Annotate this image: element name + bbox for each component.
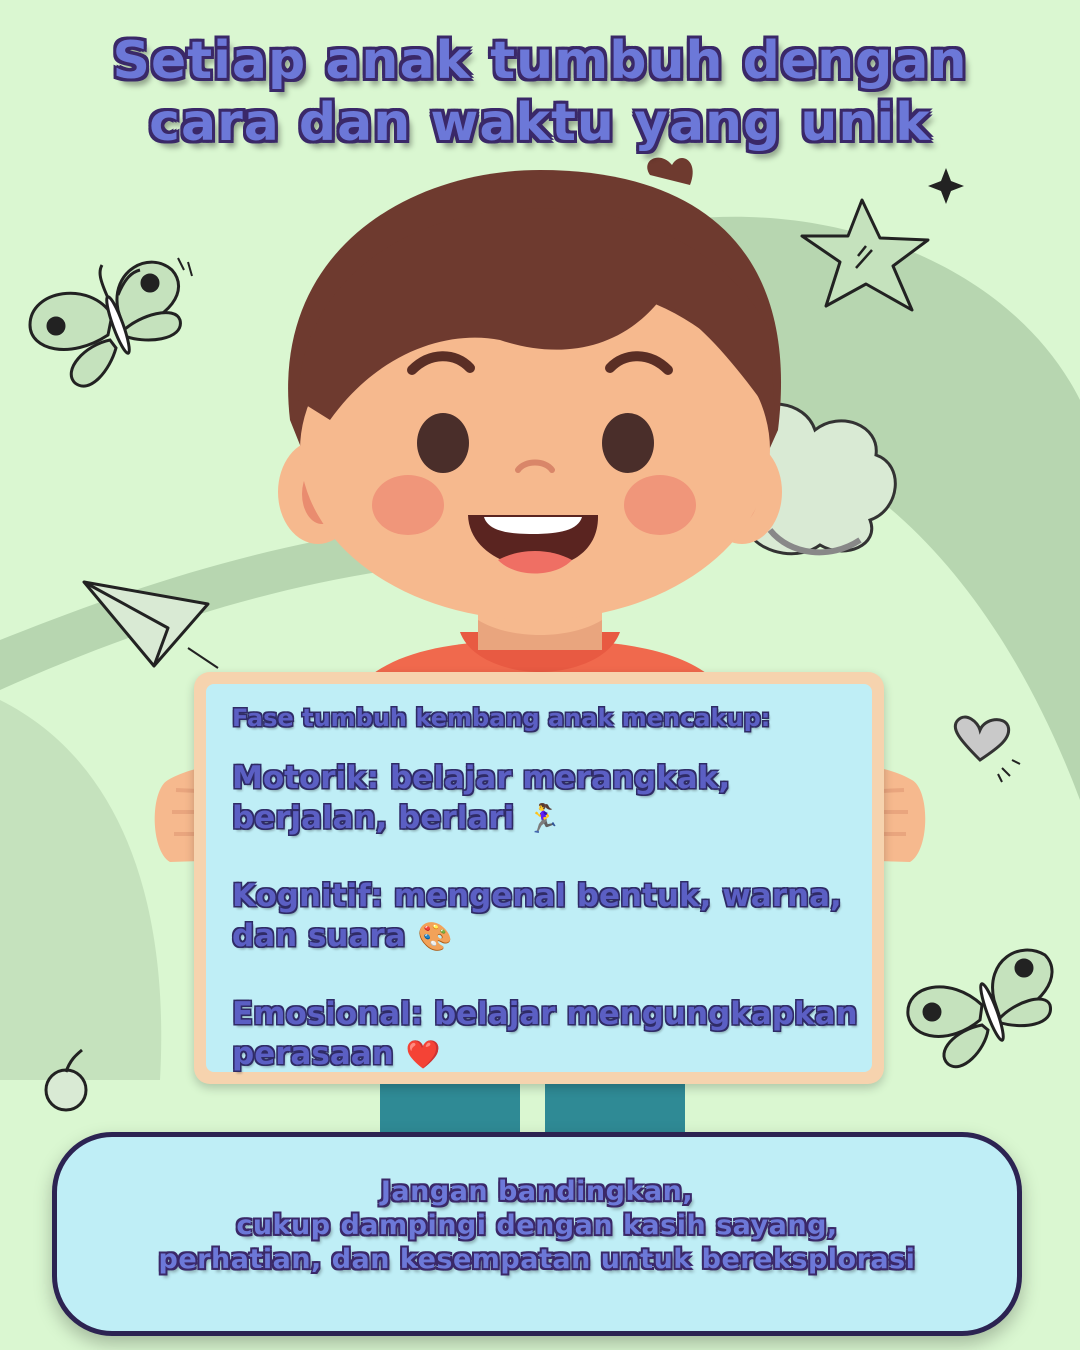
- board-section-text: Kognitif: mengenal bentuk, warna, dan su…: [232, 878, 842, 954]
- board-section-motorik: Motorik: belajar merangkak, berjalan, be…: [206, 758, 872, 839]
- heart-icon: [953, 715, 1021, 783]
- banner-line-1: Jangan bandingkan,: [380, 1176, 694, 1207]
- banner-line-2: cukup dampingi dengan kasih sayang,: [236, 1210, 838, 1241]
- butterfly-icon: [28, 260, 182, 388]
- sign-board: Fase tumbuh kembang anak mencakup: Motor…: [194, 672, 884, 1084]
- title-line-2: cara dan waktu yang unik: [149, 93, 931, 153]
- sparkle-icon: [928, 168, 964, 204]
- board-heading: Fase tumbuh kembang anak mencakup:: [232, 704, 771, 732]
- background-swoosh-left: [0, 700, 162, 1080]
- board-section-emosional: Emosional: belajar mengungkapkan perasaa…: [206, 994, 872, 1075]
- message-banner: Jangan bandingkan, cukup dampingi dengan…: [52, 1132, 1022, 1336]
- page-title: Setiap anak tumbuh dengan cara dan waktu…: [0, 30, 1080, 154]
- banner-line-3: perhatian, dan kesempatan untuk berekspl…: [158, 1244, 916, 1275]
- sign-board-face: Fase tumbuh kembang anak mencakup: Motor…: [206, 684, 872, 1072]
- board-section-text: Emosional: belajar mengungkapkan perasaa…: [232, 996, 858, 1072]
- butterfly-icon-right: [906, 948, 1054, 1068]
- title-line-1: Setiap anak tumbuh dengan: [112, 31, 968, 91]
- board-section-kognitif: Kognitif: mengenal bentuk, warna, dan su…: [206, 876, 872, 957]
- palette-icon: 🎨: [417, 920, 453, 953]
- heart-emoji-icon: ❤️: [405, 1038, 441, 1071]
- board-section-text: Motorik: belajar merangkak, berjalan, be…: [232, 760, 731, 836]
- runner-icon: 🏃‍♀️: [526, 802, 562, 835]
